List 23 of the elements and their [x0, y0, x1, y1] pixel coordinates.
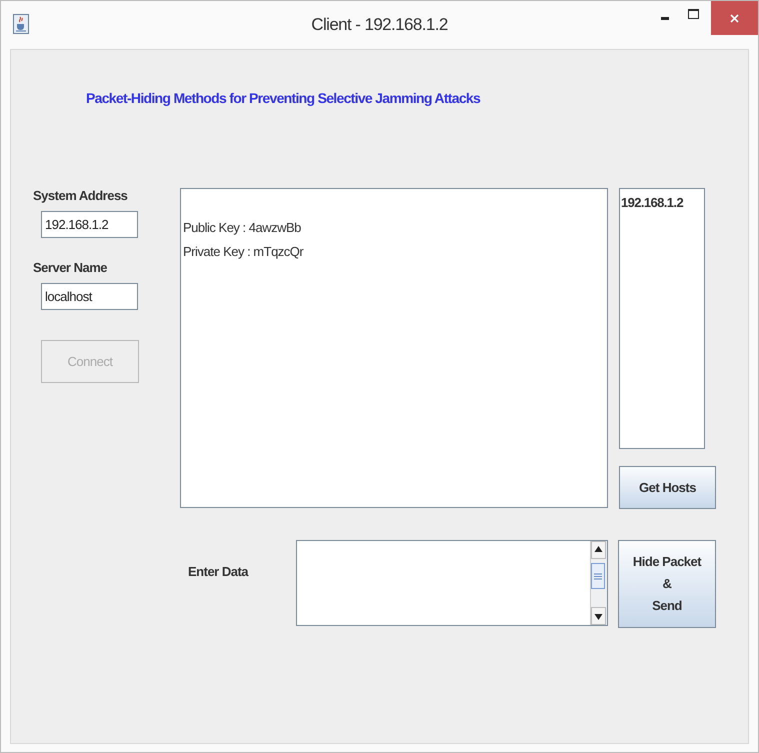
host-item[interactable]: 192.168.1.2: [621, 195, 684, 210]
scroll-up-icon[interactable]: [591, 541, 606, 559]
scroll-thumb[interactable]: [591, 563, 605, 589]
get-hosts-button[interactable]: Get Hosts: [619, 466, 716, 509]
log-text-area[interactable]: Public Key : 4awzwBb Private Key : mTqzcQr: [180, 188, 608, 508]
scrollbar[interactable]: [590, 541, 607, 625]
field-label: System Address: [33, 188, 128, 203]
data-input-field[interactable]: [296, 540, 608, 626]
window-title: Client - 192.168.1.2: [310, 15, 449, 35]
log-line: Private Key : mTqzcQr: [183, 243, 304, 261]
hosts-list[interactable]: 192.168.1.2: [619, 188, 705, 449]
coffee-cup-icon: [13, 14, 29, 34]
field-label: Enter Data: [188, 564, 250, 579]
app-heading: Packet-Hiding Methods for Preventing Selective Jamming Attacks: [86, 90, 480, 106]
hide-packet-send-button[interactable]: Hide Packet & Send: [618, 540, 716, 628]
log-line: Public Key : 4awzwBb: [183, 219, 301, 237]
server-name-field[interactable]: localhost: [41, 283, 138, 310]
minimize-icon: [661, 16, 669, 20]
maximize-icon: [688, 9, 698, 19]
field-label: Server Name: [33, 260, 107, 275]
scroll-down-icon[interactable]: [591, 607, 606, 625]
close-icon: [730, 14, 739, 22]
system-address-field[interactable]: 192.168.1.2: [41, 211, 138, 238]
